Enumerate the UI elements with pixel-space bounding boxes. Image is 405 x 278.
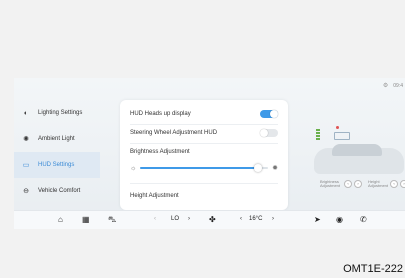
fan-icon[interactable]: ✤ [209,215,216,225]
brightness-row: Brightness Adjustment [130,149,278,155]
toggle-knob [270,110,278,118]
brightness-down-button[interactable]: ‹ [344,180,352,188]
slider-fill [140,167,258,169]
hud-warning-dot [336,126,339,129]
windshield-illustration [332,144,382,156]
height-adjuster: Height Adjustment ‹ › [368,180,405,188]
ambient-icon: ✺ [23,136,29,143]
hud-icon: ▭ [22,162,30,169]
divider [130,183,278,184]
steering-toggle-label: Steering Wheel Adjustment HUD [130,130,218,136]
status-text: 09:4 [393,82,403,89]
height-adj-label: Height Adjustment [368,179,389,188]
sidebar-item-label: Ambient Light [38,136,75,142]
brightness-high-icon: ✹ [272,165,278,172]
brightness-label: Brightness Adjustment [130,149,190,155]
sidebar-item-comfort[interactable]: ⊖ Vehicle Comfort [14,178,100,204]
brightness-low-icon: ☼ [130,164,137,172]
sidebar-item-label: Vehicle Comfort [38,188,81,194]
car-preview: Brightness Adjustment ‹ › Height Adjustm… [296,118,405,198]
phone-icon[interactable]: ✆ [360,215,367,225]
slider-thumb[interactable] [253,164,262,172]
car-icon[interactable]: ⛍ [108,215,116,225]
sidebar-item-ambient[interactable]: ✺ Ambient Light [14,126,100,152]
height-down-button[interactable]: ‹ [390,180,398,188]
comfort-icon: ⊖ [23,188,29,195]
bottom-bar: ⌂ ▦ ⛍ ‹ LO › ✤ ‹ 16°C › ➤ ◉ ✆ [14,210,405,229]
sidebar: ◐ Lighting Settings ✺ Ambient Light ▭ HU… [14,100,100,204]
figure-caption: OMT1E-222 [343,263,403,275]
hud-toggle-row: HUD Heads up display [130,110,278,118]
fan-speed-value: LO [171,216,180,222]
home-icon[interactable]: ⌂ [58,215,63,225]
sidebar-item-hud[interactable]: ▭ HUD Settings [14,152,100,178]
temp-decrease[interactable]: ‹ [240,216,242,222]
sidebar-item-label: Lighting Settings [38,110,83,116]
fan-left-increase[interactable]: › [188,216,190,222]
steering-toggle-row: Steering Wheel Adjustment HUD [130,129,278,137]
hud-settings-panel: HUD Heads up display Steering Wheel Adju… [120,100,288,210]
temp-increase[interactable]: › [272,216,274,222]
temperature-value: 16°C [249,216,263,222]
light-icon: ◐ [23,109,29,117]
divider [130,124,278,125]
hud-toggle[interactable] [260,110,278,118]
toggle-knob [260,129,268,137]
slider-track[interactable] [140,164,269,172]
brightness-up-button[interactable]: › [354,180,362,188]
brightness-adj-label: Brightness Adjustment [320,179,341,188]
navigation-icon[interactable]: ➤ [314,215,321,225]
steering-toggle[interactable] [260,129,278,137]
apps-grid-icon[interactable]: ▦ [82,215,90,225]
height-label: Height Adjustment [130,193,179,199]
height-row: Height Adjustment [130,193,278,199]
brightness-adjuster: Brightness Adjustment ‹ › [320,180,362,188]
infotainment-screen: ⚙ 09:4 ◐ Lighting Settings ✺ Ambient Lig… [14,78,405,229]
divider [130,143,278,144]
status-bar: ⚙ 09:4 [383,82,403,90]
sidebar-item-label: HUD Settings [38,162,75,168]
hud-toggle-label: HUD Heads up display [130,111,191,117]
hud-indicator-icon [316,128,326,142]
media-icon[interactable]: ◉ [336,215,343,225]
fan-left-decrease[interactable]: ‹ [154,216,156,222]
sidebar-item-lighting[interactable]: ◐ Lighting Settings [14,100,100,126]
hud-projection-box [334,132,350,140]
height-up-button[interactable]: › [400,180,405,188]
brightness-slider[interactable]: ☼ ✹ [130,163,278,173]
gear-icon[interactable]: ⚙ [383,82,388,89]
